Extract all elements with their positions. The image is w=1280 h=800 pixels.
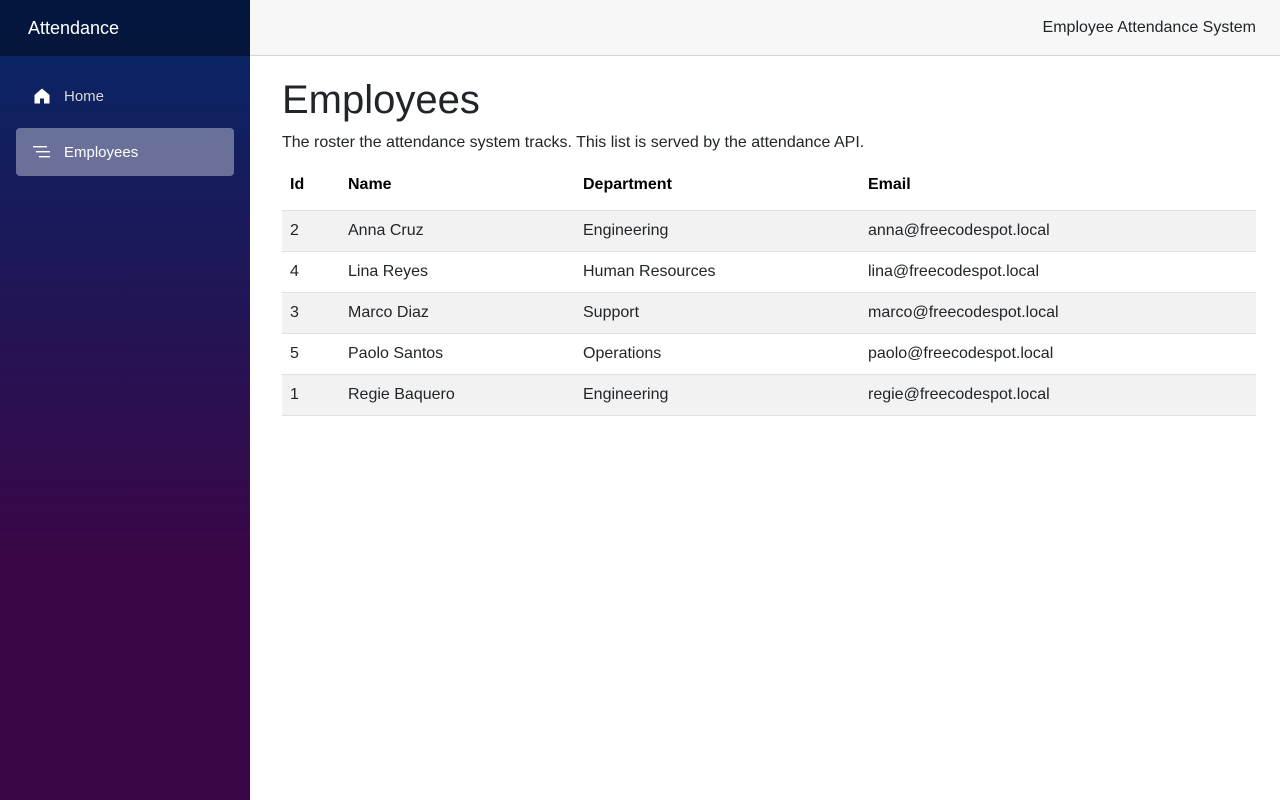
cell-email: paolo@freecodespot.local: [860, 333, 1256, 375]
table-row: 3 Marco Diaz Support marco@freecodespot.…: [282, 292, 1256, 334]
main-area: Employee Attendance System Employees The…: [250, 0, 1280, 800]
cell-id: 1: [282, 374, 340, 416]
cell-department: Engineering: [575, 210, 860, 252]
sidebar-item-label: Home: [64, 87, 105, 105]
cell-email: regie@freecodespot.local: [860, 374, 1256, 416]
cell-id: 4: [282, 251, 340, 293]
sidebar: Attendance Home Employees: [0, 0, 250, 800]
cell-department: Support: [575, 292, 860, 334]
cell-email: marco@freecodespot.local: [860, 292, 1256, 334]
column-header-email: Email: [868, 176, 911, 193]
cell-name: Anna Cruz: [340, 210, 575, 252]
top-bar: Employee Attendance System: [250, 0, 1280, 56]
app: Attendance Home Employees Employee Atten…: [0, 0, 1280, 800]
cell-name: Paolo Santos: [340, 333, 575, 375]
cell-id: 3: [282, 292, 340, 334]
cell-email: lina@freecodespot.local: [860, 251, 1256, 293]
column-header-name: Name: [348, 176, 392, 193]
cell-email: anna@freecodespot.local: [860, 210, 1256, 252]
table-row: 2 Anna Cruz Engineering anna@freecodespo…: [282, 210, 1256, 252]
column-header-id: Id: [290, 176, 305, 193]
cell-department: Engineering: [575, 374, 860, 416]
system-title-link[interactable]: Employee Attendance System: [1043, 19, 1256, 37]
table-row: 1 Regie Baquero Engineering regie@freeco…: [282, 374, 1256, 416]
page-content: Employees The roster the attendance syst…: [250, 56, 1280, 416]
table-header-row: Id Name Department Email: [282, 176, 1256, 210]
cell-department: Human Resources: [575, 251, 860, 293]
sidebar-header: Attendance: [0, 0, 250, 56]
table-row: 4 Lina Reyes Human Resources lina@freeco…: [282, 251, 1256, 293]
brand-link[interactable]: Attendance: [28, 18, 119, 39]
employees-table: Id Name Department Email 2 Anna Cruz Eng…: [282, 176, 1256, 416]
sidebar-item-employees[interactable]: Employees: [16, 128, 234, 176]
cell-id: 2: [282, 210, 340, 252]
column-header-department: Department: [583, 176, 672, 193]
sidebar-nav: Home Employees: [0, 56, 250, 176]
home-icon: [32, 86, 52, 106]
cell-department: Operations: [575, 333, 860, 375]
cell-id: 5: [282, 333, 340, 375]
cell-name: Marco Diaz: [340, 292, 575, 334]
page-title: Employees: [282, 78, 480, 122]
sidebar-item-label: Employees: [64, 143, 139, 161]
page-description: The roster the attendance system tracks.…: [282, 134, 865, 151]
cell-name: Lina Reyes: [340, 251, 575, 293]
table-row: 5 Paolo Santos Operations paolo@freecode…: [282, 333, 1256, 375]
list-icon: [32, 142, 52, 162]
sidebar-item-home[interactable]: Home: [16, 72, 234, 120]
cell-name: Regie Baquero: [340, 374, 575, 416]
